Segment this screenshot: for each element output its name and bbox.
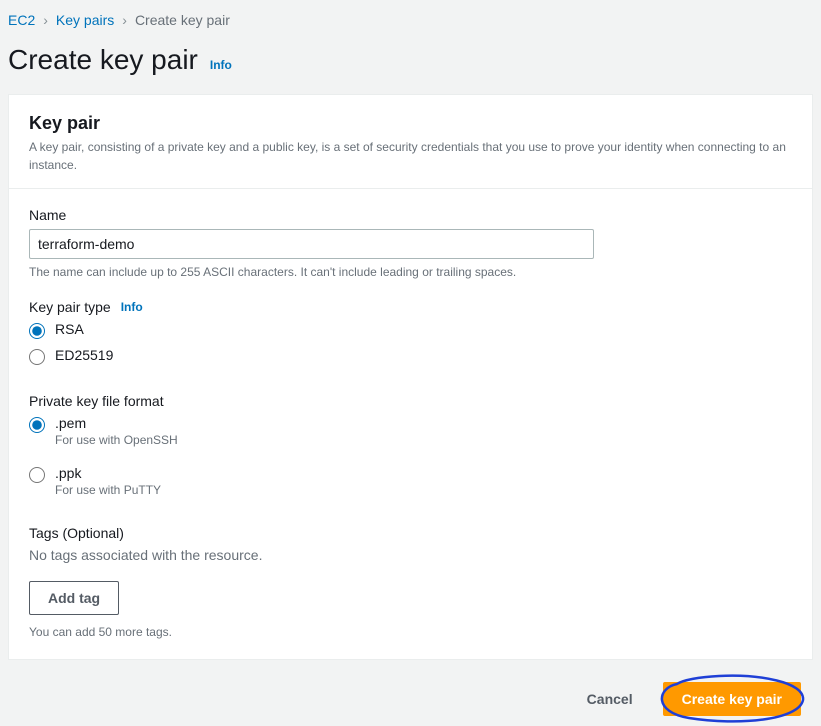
radio-ed25519[interactable]: ED25519 (29, 347, 792, 365)
type-label: Key pair type Info (29, 299, 792, 315)
page-title: Create key pair (8, 44, 198, 76)
type-label-text: Key pair type (29, 299, 111, 315)
panel-title: Key pair (29, 113, 792, 134)
breadcrumb-link-ec2[interactable]: EC2 (8, 12, 35, 28)
info-link[interactable]: Info (210, 58, 232, 72)
tags-empty-text: No tags associated with the resource. (29, 547, 792, 563)
format-label-text: Private key file format (29, 393, 164, 409)
tags-label: Tags (Optional) (29, 525, 792, 541)
radio-pem-sub: For use with OpenSSH (55, 433, 178, 447)
type-info-link[interactable]: Info (121, 300, 143, 314)
name-label-text: Name (29, 207, 66, 223)
format-label: Private key file format (29, 393, 792, 409)
breadcrumb-link-key-pairs[interactable]: Key pairs (56, 12, 114, 28)
chevron-right-icon: › (122, 12, 127, 28)
radio-ppk-input[interactable] (29, 467, 45, 483)
name-label: Name (29, 207, 792, 223)
cancel-button[interactable]: Cancel (569, 683, 651, 715)
radio-ppk-label: .ppk (55, 465, 81, 481)
tags-label-text: Tags (Optional) (29, 525, 124, 541)
radio-ed25519-input[interactable] (29, 349, 45, 365)
panel-description: A key pair, consisting of a private key … (29, 138, 792, 174)
footer-actions: Cancel Create key pair (8, 660, 813, 716)
key-pair-panel: Key pair A key pair, consisting of a pri… (8, 94, 813, 660)
radio-rsa-label: RSA (55, 321, 84, 337)
radio-pem[interactable]: .pem For use with OpenSSH (29, 415, 792, 447)
name-hint: The name can include up to 255 ASCII cha… (29, 265, 792, 279)
breadcrumb: EC2 › Key pairs › Create key pair (8, 8, 813, 44)
radio-pem-label: .pem (55, 415, 86, 431)
chevron-right-icon: › (43, 12, 48, 28)
add-tag-button[interactable]: Add tag (29, 581, 119, 615)
tags-hint: You can add 50 more tags. (29, 625, 792, 639)
radio-ed25519-label: ED25519 (55, 347, 113, 363)
radio-pem-input[interactable] (29, 417, 45, 433)
name-input[interactable] (29, 229, 594, 259)
radio-ppk[interactable]: .ppk For use with PuTTY (29, 465, 792, 497)
breadcrumb-current: Create key pair (135, 12, 230, 28)
radio-rsa-input[interactable] (29, 323, 45, 339)
radio-ppk-sub: For use with PuTTY (55, 483, 161, 497)
radio-rsa[interactable]: RSA (29, 321, 792, 339)
create-key-pair-button[interactable]: Create key pair (663, 682, 801, 716)
